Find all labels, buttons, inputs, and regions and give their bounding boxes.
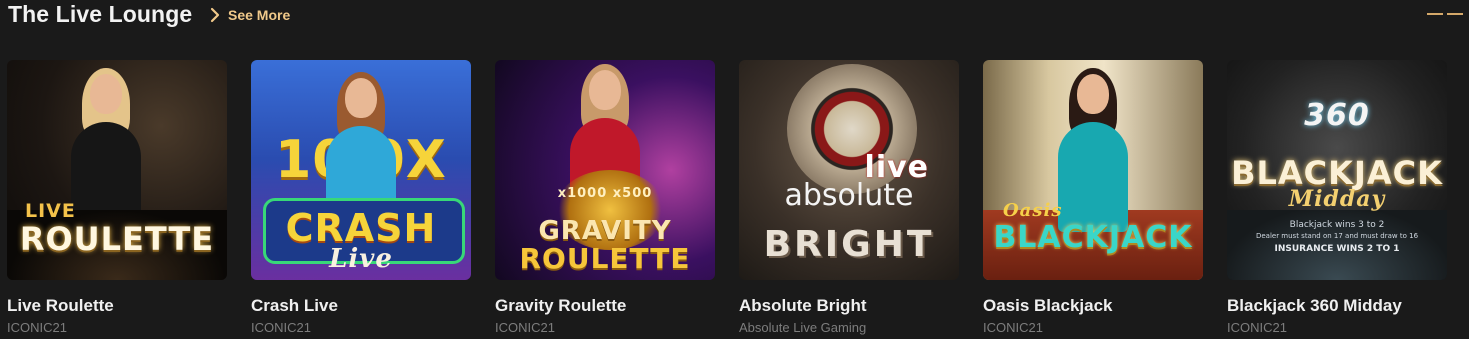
- game-card[interactable]: Oasis BLACKJACK Oasis Blackjack ICONIC21: [983, 60, 1203, 335]
- game-card[interactable]: x1000 x500 GRAVITY ROULETTE Gravity Roul…: [495, 60, 715, 335]
- game-logo-sub: Live: [329, 244, 393, 274]
- game-thumbnail[interactable]: Oasis BLACKJACK: [983, 60, 1203, 280]
- game-logo-top: 360: [1304, 98, 1370, 133]
- game-provider: ICONIC21: [7, 320, 67, 335]
- game-logo-main: ROULETTE: [19, 220, 215, 258]
- game-name[interactable]: Blackjack 360 Midday: [1227, 296, 1447, 316]
- game-logo-top: x1000 x500: [557, 186, 653, 201]
- game-card[interactable]: 10 0X CRASH Live Crash Live ICONIC21: [251, 60, 471, 335]
- game-thumbnail[interactable]: LIVE ROULETTE: [7, 60, 227, 280]
- game-card[interactable]: live absolute BRIGHT Absolute Bright Abs…: [739, 60, 959, 335]
- game-name[interactable]: Live Roulette: [7, 296, 227, 316]
- see-more-link[interactable]: See More: [210, 5, 290, 25]
- see-more-label: See More: [228, 7, 291, 23]
- game-name[interactable]: Oasis Blackjack: [983, 296, 1203, 316]
- game-thumbnail[interactable]: 10 0X CRASH Live: [251, 60, 471, 280]
- game-thumbnail[interactable]: x1000 x500 GRAVITY ROULETTE: [495, 60, 715, 280]
- game-logo-sub: ROULETTE: [519, 242, 691, 275]
- game-provider: ICONIC21: [1227, 320, 1287, 335]
- game-provider: ICONIC21: [251, 320, 311, 335]
- game-provider: ICONIC21: [983, 320, 1043, 335]
- carousel-pager[interactable]: [1427, 13, 1463, 15]
- game-fine-print: Dealer must stand on 17 and must draw to…: [1255, 232, 1419, 240]
- game-fine-print: INSURANCE WINS 2 TO 1: [1274, 244, 1400, 254]
- game-card[interactable]: LIVE ROULETTE Live Roulette ICONIC21: [7, 60, 227, 335]
- game-logo-main: BLACKJACK: [993, 220, 1193, 255]
- section-title: The Live Lounge: [8, 1, 193, 27]
- game-logo-top: LIVE: [25, 200, 76, 222]
- game-name[interactable]: Gravity Roulette: [495, 296, 715, 316]
- game-logo-sub: BRIGHT: [763, 224, 935, 265]
- chevron-right-icon: [210, 7, 220, 23]
- pager-dash-icon[interactable]: [1447, 13, 1463, 15]
- game-logo-sub: Midday: [1288, 186, 1386, 212]
- game-logo-main: absolute: [784, 178, 914, 213]
- game-name[interactable]: Absolute Bright: [739, 296, 959, 316]
- section-header: The Live Lounge See More: [0, 0, 1469, 40]
- game-thumbnail[interactable]: live absolute BRIGHT: [739, 60, 959, 280]
- game-name[interactable]: Crash Live: [251, 296, 471, 316]
- game-provider: Absolute Live Gaming: [739, 320, 867, 335]
- game-logo-top: Oasis: [1003, 200, 1063, 221]
- pager-dash-icon[interactable]: [1427, 13, 1443, 15]
- game-fine-print: Blackjack wins 3 to 2: [1289, 220, 1385, 230]
- game-card[interactable]: 360 BLACKJACK Midday Blackjack wins 3 to…: [1227, 60, 1447, 335]
- game-provider: ICONIC21: [495, 320, 555, 335]
- game-thumbnail[interactable]: 360 BLACKJACK Midday Blackjack wins 3 to…: [1227, 60, 1447, 280]
